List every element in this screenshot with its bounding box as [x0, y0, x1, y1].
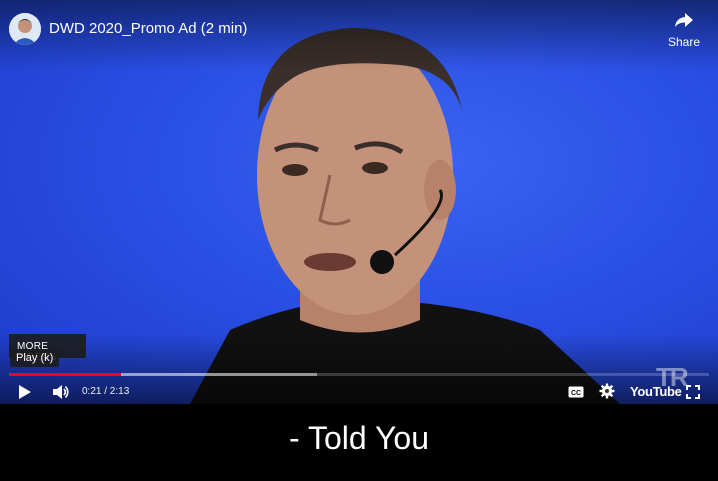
progress-bar[interactable]	[9, 373, 709, 376]
settings-button[interactable]	[599, 383, 615, 404]
volume-button[interactable]	[52, 384, 70, 404]
play-icon	[19, 385, 31, 399]
subtitle-text: - Told You	[289, 420, 429, 456]
share-button[interactable]: Share	[664, 12, 704, 49]
fullscreen-button[interactable]	[686, 385, 700, 404]
channel-avatar-icon[interactable]	[9, 13, 41, 45]
play-button[interactable]	[18, 384, 32, 404]
svg-text:CC: CC	[571, 390, 581, 397]
volume-icon	[53, 385, 69, 399]
subtitles-button[interactable]: CC	[568, 385, 584, 403]
youtube-logo[interactable]: YouTube	[630, 384, 682, 399]
video-player[interactable]: DWD 2020_Promo Ad (2 min) Share TR MORE …	[0, 0, 718, 404]
video-title[interactable]: DWD 2020_Promo Ad (2 min)	[49, 20, 247, 37]
share-icon	[675, 13, 693, 27]
progress-played	[9, 373, 121, 376]
play-tooltip: Play (k)	[10, 350, 60, 367]
cc-icon: CC	[568, 386, 584, 398]
share-label: Share	[667, 35, 701, 49]
gear-icon	[599, 383, 615, 399]
time-display: 0:21 / 2:13	[82, 386, 130, 397]
fullscreen-icon	[686, 385, 700, 399]
